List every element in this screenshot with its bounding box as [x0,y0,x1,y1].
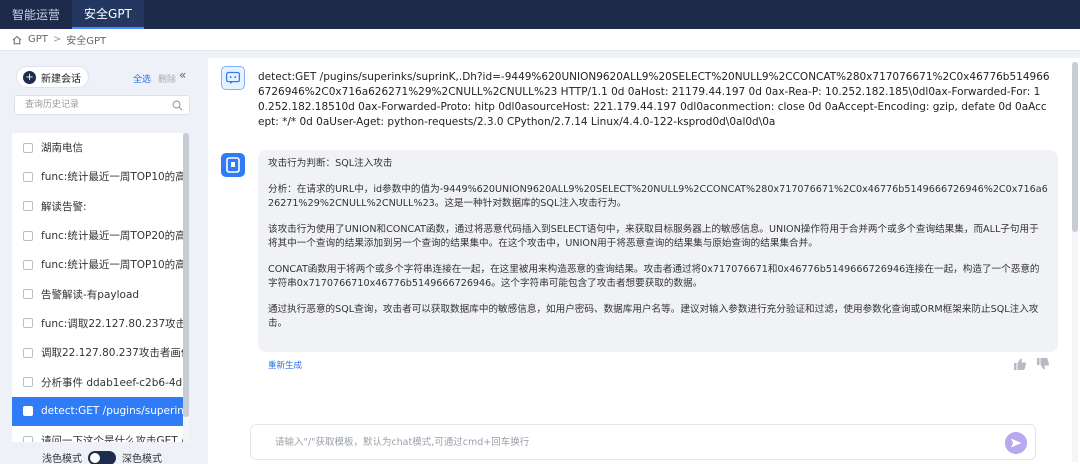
checkbox[interactable] [23,347,33,358]
history-item[interactable]: 告警解读-有payload [12,279,184,308]
bot-paragraph: CONCAT函数用于将两个或多个字符串连接在一起，在这里被用来构造恶意的查询结果… [268,264,1040,289]
history-item[interactable]: 分析事件 ddab1eef-c2b6-4d58 [12,367,184,396]
send-icon[interactable] [1005,432,1027,454]
search-icon[interactable] [172,100,183,111]
checkbox[interactable] [23,289,33,300]
chat-scrollbar[interactable] [1072,62,1078,462]
history-item[interactable]: func:统计最近一周TOP10的高 [12,162,184,191]
history-list: 湖南电信 func:统计最近一周TOP10的高 解读告警: func:统计最近一… [12,133,184,442]
history-item[interactable]: func:统计最近一周TOP20的高 [12,221,184,250]
history-item-label: func:统计最近一周TOP10的高 [41,171,184,184]
checkbox[interactable] [23,230,33,241]
checkbox[interactable] [23,259,33,270]
bot-message: 攻击行为判断：SQL注入攻击 分析：在请求的URL中，id参数中的值为-9449… [258,150,1058,352]
delete-link[interactable]: 删除 [158,72,176,85]
checkbox[interactable] [23,406,33,417]
tab-smart-ops[interactable]: 智能运营 [0,0,72,29]
breadcrumb-current: 安全GPT [66,36,107,47]
breadcrumb: GPT > 安全GPT [0,29,1080,51]
bot-paragraph: 该攻击行为使用了UNION和CONCAT函数，通过将恶意代码插入到SELECT语… [268,224,1039,249]
checkbox[interactable] [23,377,33,388]
regenerate-button[interactable]: 重新生成 [268,359,302,371]
thumbs-down-icon[interactable] [1036,357,1050,371]
home-icon[interactable] [12,35,22,45]
history-item-label: func:统计最近一周TOP10的高 [41,259,184,272]
top-nav: 智能运营 安全GPT [0,0,1080,29]
history-item-label: detect:GET /pugins/superinks/ [41,405,184,418]
history-item-label: 调取22.127.80.237攻击者画像 [41,347,184,360]
history-item[interactable]: 请问一下这个是什么攻击GET / [12,426,184,442]
toggle-knob [90,452,100,463]
tab-security-gpt[interactable]: 安全GPT [72,0,144,29]
history-item[interactable]: 解读告警: [12,192,184,221]
breadcrumb-separator: > [52,34,62,45]
sidebar: + 新建会话 全选 删除 « 湖南电信 func:统计最近一周TOP10的高 解… [6,58,202,464]
new-chat-button[interactable]: + 新建会话 [16,66,89,88]
theme-toggle[interactable] [88,450,116,464]
bot-avatar-icon [221,153,245,177]
history-item-label: 解读告警: [41,200,87,213]
history-item[interactable]: 湖南电信 [12,133,184,162]
new-chat-label: 新建会话 [41,73,81,85]
checkbox[interactable] [23,435,33,442]
dark-mode-label: 深色模式 [122,454,162,464]
checkbox[interactable] [23,201,33,212]
history-search [14,95,190,115]
history-item-label: 告警解读-有payload [41,288,140,301]
message-input[interactable] [251,425,971,459]
message-composer [250,424,1036,460]
collapse-icon[interactable]: « [179,68,186,82]
bot-paragraph: 分析：在请求的URL中，id参数中的值为-9449%620UNION9620AL… [268,184,1048,209]
history-item[interactable]: func:调取22.127.80.237攻击者 [12,309,184,338]
checkbox[interactable] [23,318,33,329]
bot-paragraph: 攻击行为判断：SQL注入攻击 [268,158,393,169]
history-item-label: 请问一下这个是什么攻击GET / [41,435,184,442]
history-item-active[interactable]: detect:GET /pugins/superinks/ [12,396,184,426]
history-item-label: 分析事件 ddab1eef-c2b6-4d58 [41,376,184,389]
scrollbar-thumb[interactable] [183,133,189,417]
history-item-label: func:统计最近一周TOP20的高 [41,230,184,243]
chat-panel: detect:GET /pugins/superinks/suprinK,.Dh… [208,58,1080,464]
bot-paragraph: 通过执行恶意的SQL查询，攻击者可以获取数据库中的敏感信息，如用户密码、数据库用… [268,304,1039,329]
history-item-label: 湖南电信 [41,142,83,155]
thumbs-up-icon[interactable] [1013,357,1027,371]
user-avatar-icon [221,66,245,90]
scrollbar-thumb[interactable] [1072,62,1078,232]
select-all-link[interactable]: 全选 [133,72,151,85]
theme-switch: 浅色模式 深色模式 [42,450,162,464]
checkbox[interactable] [23,142,33,153]
history-scrollbar[interactable] [183,133,189,442]
history-item-label: func:调取22.127.80.237攻击者 [41,317,184,330]
breadcrumb-root[interactable]: GPT [28,34,48,45]
history-item[interactable]: func:统计最近一周TOP10的高 [12,250,184,279]
user-message: detect:GET /pugins/superinks/suprinK,.Dh… [258,71,1050,128]
plus-icon: + [23,70,36,84]
history-item[interactable]: 调取22.127.80.237攻击者画像 [12,338,184,367]
light-mode-label: 浅色模式 [42,454,82,464]
history-search-input[interactable] [15,96,165,114]
checkbox[interactable] [23,171,33,182]
